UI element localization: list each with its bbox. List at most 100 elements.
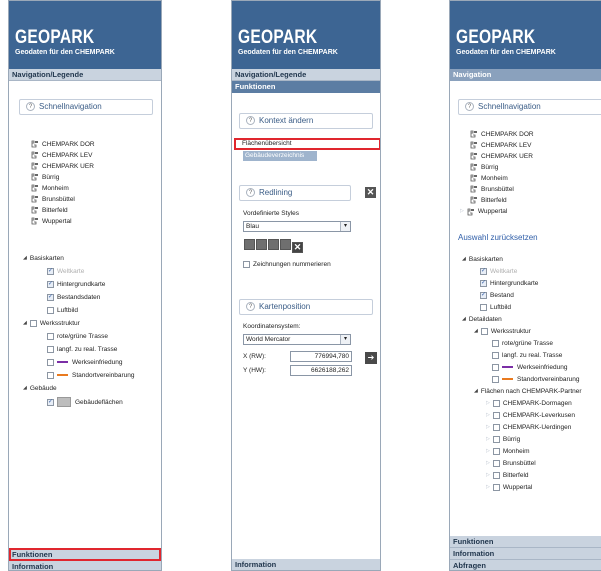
information-header[interactable]: Information [9, 561, 161, 570]
checkbox[interactable] [492, 424, 500, 431]
number-drawings-option[interactable]: Zeichnungen nummerieren [243, 260, 331, 269]
location-item[interactable]: Bürrig [470, 163, 498, 172]
collapse-triangle-icon[interactable]: ◢ [23, 384, 27, 393]
partner-item[interactable]: ▷ CHEMPARK-Leverkusen [486, 411, 575, 420]
checkbox[interactable]: ✓ [47, 280, 54, 288]
chevron-down-icon[interactable]: ▾ [340, 335, 350, 344]
location-item[interactable]: CHEMPARK UER [470, 152, 533, 161]
collapse-triangle-icon[interactable]: ◢ [462, 315, 466, 324]
checkbox[interactable] [492, 472, 500, 479]
gebaude-node[interactable]: ◢ Gebäude [23, 384, 57, 393]
expand-triangle-icon[interactable]: ▷ [486, 471, 490, 480]
expand-triangle-icon[interactable]: ▷ [486, 399, 490, 408]
coord-select[interactable]: World Mercator ▾ [243, 334, 351, 345]
collapse-triangle-icon[interactable]: ◢ [474, 327, 478, 336]
location-item[interactable]: CHEMPARK LEV [470, 141, 531, 150]
checkbox[interactable]: ✓ [480, 291, 487, 299]
partner-item[interactable]: ▷ CHEMPARK-Dormagen [486, 399, 572, 408]
collapse-triangle-icon[interactable]: ◢ [474, 387, 478, 396]
checkbox[interactable] [492, 339, 499, 347]
x-input[interactable]: 776994,780 [290, 351, 352, 362]
kartenposition-box[interactable]: ? Kartenposition [239, 299, 373, 315]
style-select[interactable]: Blau ▾ [243, 221, 351, 232]
layer-item[interactable]: rote/grüne Trasse [492, 339, 553, 348]
basiskarten-node[interactable]: ◢ Basiskarten [462, 255, 503, 264]
checkbox[interactable] [492, 351, 499, 359]
layer-item[interactable]: ✓ Gebäudeflächen [47, 397, 123, 408]
checkbox[interactable] [480, 303, 487, 311]
location-item[interactable]: Wuppertal [31, 217, 72, 226]
checkbox[interactable] [492, 460, 500, 467]
draw-polygon-icon[interactable] [256, 239, 267, 250]
detaildaten-node[interactable]: ◢ Detaildaten [462, 315, 502, 324]
checkbox[interactable]: ✓ [47, 267, 54, 275]
expand-triangle-icon[interactable]: ▷ [460, 207, 464, 216]
funktionen-header[interactable]: Funktionen [9, 548, 161, 561]
checkbox[interactable] [492, 375, 499, 383]
help-icon[interactable]: ? [26, 102, 35, 112]
checkbox[interactable] [243, 260, 250, 268]
collapse-triangle-icon[interactable]: ◢ [23, 319, 27, 328]
layer-item[interactable]: ✓ Weltkarte [480, 267, 517, 276]
layer-item[interactable]: rote/grüne Trasse [47, 332, 108, 341]
layer-item[interactable]: ✓ Bestandsdaten [47, 293, 100, 302]
location-item[interactable]: CHEMPARK DOR [470, 130, 534, 139]
layer-item[interactable]: langf. zu real. Trasse [47, 345, 117, 354]
draw-line-icon[interactable] [244, 239, 255, 250]
quicknav-box[interactable]: ? Schnellnavigation [458, 99, 601, 115]
expand-triangle-icon[interactable]: ▷ [486, 423, 490, 432]
expand-triangle-icon[interactable]: ▷ [486, 447, 490, 456]
kontext-box[interactable]: ? Kontext ändern [239, 113, 373, 129]
layer-item[interactable]: Luftbild [47, 306, 78, 315]
location-item[interactable]: Bürrig [31, 173, 59, 182]
location-item[interactable]: Monheim [470, 174, 508, 183]
expand-triangle-icon[interactable]: ▷ [486, 435, 490, 444]
quicknav-box[interactable]: ? Schnellnavigation [19, 99, 153, 115]
collapse-triangle-icon[interactable]: ◢ [462, 255, 466, 264]
draw-rect-icon[interactable] [268, 239, 279, 250]
location-item[interactable]: Bitterfeld [31, 206, 68, 215]
layer-item[interactable]: ✓ Hintergrundkarte [47, 280, 105, 289]
delete-icon[interactable]: ✕ [292, 242, 303, 253]
location-item[interactable]: CHEMPARK LEV [31, 151, 92, 160]
help-icon[interactable]: ? [246, 188, 255, 198]
partner-node[interactable]: ◢ Flächen nach CHEMPARK-Partner [474, 387, 582, 396]
checkbox[interactable] [492, 448, 500, 455]
collapse-triangle-icon[interactable]: ◢ [23, 254, 27, 263]
navigation-header[interactable]: Navigation [450, 69, 601, 81]
checkbox[interactable] [492, 363, 499, 371]
location-item[interactable]: CHEMPARK DOR [31, 140, 95, 149]
checkbox[interactable] [47, 345, 54, 353]
gebaude-option[interactable]: Gebäudeverzeichnis [243, 151, 317, 161]
checkbox[interactable] [480, 328, 488, 335]
layer-item[interactable]: ✓ Weltkarte [47, 267, 84, 276]
location-item[interactable]: Brunsbüttel [31, 195, 75, 204]
layer-item[interactable]: Standortvereinbarung [492, 375, 580, 384]
layer-item[interactable]: Werkseinfriedung [492, 363, 567, 372]
layer-item[interactable]: Werkseinfriedung [47, 358, 122, 367]
checkbox[interactable]: ✓ [47, 293, 54, 301]
checkbox[interactable] [492, 484, 500, 491]
location-item[interactable]: CHEMPARK UER [31, 162, 94, 171]
help-icon[interactable]: ? [246, 302, 255, 312]
layer-item[interactable]: Luftbild [480, 303, 511, 312]
checkbox[interactable] [492, 400, 500, 407]
partner-item[interactable]: ▷ Monheim [486, 447, 530, 456]
redlining-box[interactable]: ? Redlining [239, 185, 351, 201]
flachen-option[interactable]: Flächenübersicht [234, 138, 380, 150]
nav-legend-header[interactable]: Navigation/Legende [9, 69, 161, 81]
checkbox[interactable] [47, 306, 54, 314]
funktionen-header[interactable]: Funktionen [450, 536, 601, 548]
help-icon[interactable]: ? [465, 102, 474, 112]
layer-item[interactable]: langf. zu real. Trasse [492, 351, 562, 360]
location-item[interactable]: ▷ Wuppertal [460, 207, 507, 216]
layer-item[interactable]: Standortvereinbarung [47, 371, 135, 380]
expand-triangle-icon[interactable]: ▷ [486, 483, 490, 492]
checkbox[interactable]: ✓ [480, 267, 487, 275]
checkbox[interactable] [29, 320, 37, 327]
y-input[interactable]: 6626188,262 [290, 365, 352, 376]
checkbox[interactable] [47, 371, 54, 379]
expand-triangle-icon[interactable]: ▷ [486, 459, 490, 468]
funktionen-header[interactable]: Funktionen [232, 81, 380, 93]
help-icon[interactable]: ? [246, 116, 255, 126]
